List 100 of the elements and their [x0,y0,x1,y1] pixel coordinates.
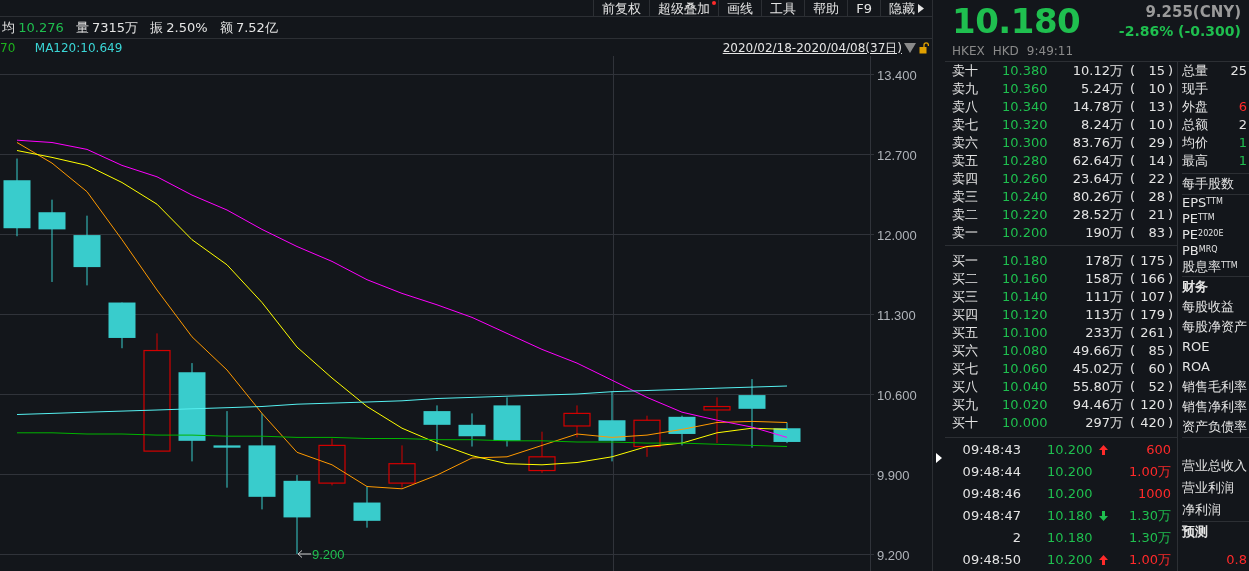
stat-value: 2.50% [166,18,208,37]
order-price: 10.080 [1002,342,1049,360]
trade-volume: 1000 [1136,485,1171,503]
order-count: 22 [1147,170,1165,188]
toolbar-button[interactable]: 前复权 [593,0,650,17]
candlestick [318,438,346,486]
candlestick [668,415,696,446]
candlestick [773,422,801,444]
order-volume: 83.76万 [1071,134,1123,152]
toolbar-button[interactable]: 隐藏 [880,0,932,17]
section-title: 财务 [1182,279,1208,294]
section-title: 预测 [1182,524,1208,539]
trade-price: 10.200 [1047,463,1094,481]
order-price: 10.240 [1002,188,1049,206]
candlestick [633,415,661,458]
trade-time: 09:48:46 [961,485,1021,503]
bracket: ( [1128,152,1135,170]
bracket: ( [1128,414,1135,432]
order-level: 卖六 [952,134,979,152]
stat-value: 7.52亿 [235,18,278,37]
bracket: ( [1128,288,1135,306]
bracket: ( [1128,188,1135,206]
bracket: ( [1128,170,1135,188]
order-price: 10.120 [1002,306,1049,324]
order-count: 420 [1139,414,1165,432]
order-price: 10.320 [1002,116,1049,134]
order-count: 60 [1147,360,1165,378]
bracket: ) [1166,98,1173,116]
order-price: 10.280 [1002,152,1049,170]
candlestick [423,404,451,452]
date-range-link[interactable]: 2020/02/18-2020/04/08(37日) [722,38,902,57]
candlestick [738,378,766,449]
toolbar-button[interactable]: 帮助 [804,0,848,17]
toolbar-button[interactable]: 工具 [761,0,805,17]
stat-label: 均价 [1182,134,1208,152]
candlestick [528,431,556,474]
finance-label: 每股收益 [1182,299,1234,314]
exchange-label: HKEX [952,44,985,58]
trade-volume: 1.30万 [1128,507,1171,525]
trade-price: 10.180 [1047,529,1094,547]
order-level: 买五 [952,324,979,342]
stat-label: 量 [75,18,89,37]
order-volume: 178万 [1084,252,1123,270]
bracket: ) [1166,378,1173,396]
order-count: 85 [1147,342,1165,360]
order-price: 10.360 [1002,80,1049,98]
toolbar-button[interactable]: F9 [847,0,880,17]
stat-value: 25 [1230,62,1247,80]
order-volume: 23.64万 [1071,170,1123,188]
income-label: 营业总收入 [1182,458,1247,473]
order-count: 166 [1139,270,1165,288]
bracket: ( [1128,98,1135,116]
order-level: 卖五 [952,152,979,170]
order-price: 10.300 [1002,134,1049,152]
section-label: 每手股数 [1182,176,1234,191]
bracket: ) [1166,188,1173,206]
dropdown-icon[interactable] [904,42,916,53]
price-label: 9.200 [312,546,345,562]
bracket: ) [1166,80,1173,98]
stat-label: 最高 [1182,152,1208,170]
trade-time: 09:48:43 [961,441,1021,459]
order-volume: 190万 [1084,224,1123,242]
order-level: 买一 [952,252,979,270]
order-volume: 55.80万 [1071,378,1123,396]
order-level: 买七 [952,360,979,378]
axis-label: 9.200 [877,547,910,563]
ratio-label: PB$^{MRQ}$ [1182,243,1218,258]
order-count: 21 [1147,206,1165,224]
toolbar-button[interactable]: 画线 [718,0,762,17]
trade-time: 09:48:44 [961,463,1021,481]
order-count: 13 [1147,98,1165,116]
axis-label: 9.900 [877,467,910,483]
trade-volume: 1.00万 [1128,463,1171,481]
toolbar-button[interactable]: 超级叠加 [649,0,719,17]
bracket: ( [1128,342,1135,360]
stat-label: 均 [2,18,15,37]
up-arrow-icon [1099,445,1108,455]
order-volume: 5.24万 [1080,80,1123,98]
price-change: -2.86% (-0.300) [1118,22,1241,41]
bracket: ) [1166,116,1173,134]
order-volume: 297万 [1084,414,1123,432]
forecast-value: 0.8 [1226,551,1247,569]
order-count: 14 [1147,152,1165,170]
stat-value: 10.276 [18,18,64,37]
trade-volume: 1.00万 [1128,551,1171,569]
candlestick [108,302,136,349]
finance-label: 每股净资产 [1182,319,1247,334]
bracket: ( [1128,360,1135,378]
bracket: ) [1166,396,1173,414]
order-level: 买九 [952,396,979,414]
order-count: 29 [1147,134,1165,152]
trade-volume: 600 [1145,441,1171,459]
order-price: 10.040 [1002,378,1049,396]
income-label: 营业利润 [1182,480,1234,495]
lock-icon[interactable] [919,41,929,54]
order-level: 卖八 [952,98,979,116]
order-volume: 94.46万 [1071,396,1123,414]
order-price: 10.140 [1002,288,1049,306]
order-price: 10.180 [1002,252,1049,270]
order-volume: 80.26万 [1071,188,1123,206]
